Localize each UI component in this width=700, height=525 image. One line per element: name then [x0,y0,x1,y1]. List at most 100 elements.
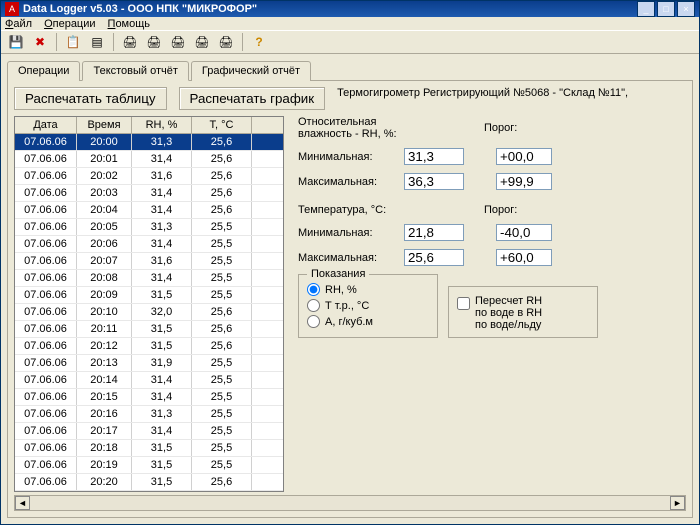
table-row[interactable]: 07.06.0620:0431,425,6 [15,202,283,219]
content-area: Операции Текстовый отчёт Графический отч… [1,54,699,524]
table-cell: 31,4 [132,202,192,218]
radio-rh[interactable]: RH, % [307,283,429,296]
table-cell: 31,5 [132,338,192,354]
table-row[interactable]: 07.06.0620:1631,325,5 [15,406,283,423]
scroll-track[interactable] [30,496,670,510]
maximize-button[interactable]: □ [657,1,675,17]
table-row[interactable]: 07.06.0620:1231,525,6 [15,338,283,355]
tab-text-report[interactable]: Текстовый отчёт [82,61,188,81]
table-row[interactable]: 07.06.0620:1831,525,5 [15,440,283,457]
scroll-left-icon[interactable]: ◄ [15,496,30,510]
table-cell: 07.06.06 [15,304,77,320]
table-cell: 25,5 [192,236,252,252]
header-time[interactable]: Время [77,117,132,133]
rh-max-field[interactable] [404,173,464,190]
table-cell: 07.06.06 [15,372,77,388]
table-cell: 31,6 [132,253,192,269]
table-row[interactable]: 07.06.0620:1731,425,5 [15,423,283,440]
table-row[interactable]: 07.06.0620:1431,425,5 [15,372,283,389]
preview-icon[interactable]: 🖨 [143,31,165,53]
title-bar: A Data Logger v5.03 - ООО НПК "МИКРОФОР"… [1,1,699,17]
horizontal-scrollbar[interactable]: ◄ ► [14,495,686,511]
app-icon: A [5,2,19,16]
rh-heading: Относительная влажность - RH, %: [298,116,478,140]
table-row[interactable]: 07.06.0620:0131,425,6 [15,151,283,168]
t-min-field[interactable] [404,224,464,241]
table-cell: 20:12 [77,338,132,354]
table-cell: 07.06.06 [15,406,77,422]
print-setup-icon[interactable]: 🖨 [191,31,213,53]
data-table: Дата Время RH, % T, °C 07.06.0620:0031,3… [14,116,284,492]
table-cell: 07.06.06 [15,202,77,218]
menu-help[interactable]: Помощь [108,18,151,30]
rh-min-field[interactable] [404,148,464,165]
header-date[interactable]: Дата [15,117,77,133]
minimize-button[interactable]: _ [637,1,655,17]
print-setup2-icon[interactable]: 🖨 [215,31,237,53]
table-cell: 07.06.06 [15,151,77,167]
device-info: Термогигрометр Регистрирующий №5068 - "С… [337,87,686,99]
table-row[interactable]: 07.06.0620:0531,325,5 [15,219,283,236]
header-rh[interactable]: RH, % [132,117,192,133]
table-cell: 20:09 [77,287,132,303]
table-cell: 25,5 [192,406,252,422]
readings-group: Показания RH, % Т т.р., °C A, г/куб.м [298,274,438,338]
list-icon[interactable]: ▤ [86,31,108,53]
table-cell: 07.06.06 [15,185,77,201]
t-max-field[interactable] [404,249,464,266]
header-t[interactable]: T, °C [192,117,252,133]
table-cell: 25,5 [192,457,252,473]
separator [242,33,243,51]
table-cell: 07.06.06 [15,236,77,252]
help-icon[interactable]: ? [248,31,270,53]
table-cell: 31,4 [132,389,192,405]
print-all-icon[interactable]: 🖨 [167,31,189,53]
table-row[interactable]: 07.06.0620:0231,625,6 [15,168,283,185]
table-row[interactable]: 07.06.0620:1531,425,5 [15,389,283,406]
save-icon[interactable]: 💾 [5,31,27,53]
top-controls: Распечатать таблицу Распечатать график Т… [14,87,686,110]
table-cell: 20:10 [77,304,132,320]
scroll-right-icon[interactable]: ► [670,496,685,510]
print-chart-button[interactable]: Распечатать график [179,87,326,110]
menu-operations[interactable]: Операции [44,18,95,30]
recalc-checkbox[interactable]: Пересчет RH по воде в RH по воде/льду [457,295,589,331]
tab-operations[interactable]: Операции [7,61,80,81]
table-row[interactable]: 07.06.0620:0731,625,5 [15,253,283,270]
table-row[interactable]: 07.06.0620:1331,925,5 [15,355,283,372]
close-button[interactable]: × [677,1,695,17]
table-cell: 31,3 [132,134,192,150]
print-table-button[interactable]: Распечатать таблицу [14,87,167,110]
radio-abs[interactable]: A, г/куб.м [307,315,429,328]
rh-min-thresh-field[interactable] [496,148,552,165]
table-row[interactable]: 07.06.0620:0331,425,6 [15,185,283,202]
table-cell: 31,3 [132,406,192,422]
table-body[interactable]: 07.06.0620:0031,325,607.06.0620:0131,425… [15,134,283,491]
table-row[interactable]: 07.06.0620:0931,525,5 [15,287,283,304]
t-max-thresh-field[interactable] [496,249,552,266]
radio-dew[interactable]: Т т.р., °C [307,299,429,312]
table-cell: 31,4 [132,423,192,439]
table-row[interactable]: 07.06.0620:2031,525,6 [15,474,283,491]
table-row[interactable]: 07.06.0620:0831,425,5 [15,270,283,287]
table-row[interactable]: 07.06.0620:1032,025,6 [15,304,283,321]
rh-max-thresh-field[interactable] [496,173,552,190]
table-row[interactable]: 07.06.0620:1131,525,6 [15,321,283,338]
tab-graph-report[interactable]: Графический отчёт [191,61,311,81]
t-min-thresh-field[interactable] [496,224,552,241]
table-row[interactable]: 07.06.0620:0631,425,5 [15,236,283,253]
table-header: Дата Время RH, % T, °C [15,117,283,134]
menu-file[interactable]: Файл [5,18,32,30]
table-row[interactable]: 07.06.0620:1931,525,5 [15,457,283,474]
table-row[interactable]: 07.06.0620:0031,325,6 [15,134,283,151]
table-cell: 20:15 [77,389,132,405]
copy-icon[interactable]: 📋 [62,31,84,53]
app-window: A Data Logger v5.03 - ООО НПК "МИКРОФОР"… [0,0,700,525]
table-cell: 31,6 [132,168,192,184]
table-cell: 20:03 [77,185,132,201]
print-icon[interactable]: 🖨 [119,31,141,53]
table-cell: 20:01 [77,151,132,167]
table-cell: 31,4 [132,372,192,388]
delete-icon[interactable]: ✖ [29,31,51,53]
recalc-group: Пересчет RH по воде в RH по воде/льду [448,286,598,338]
